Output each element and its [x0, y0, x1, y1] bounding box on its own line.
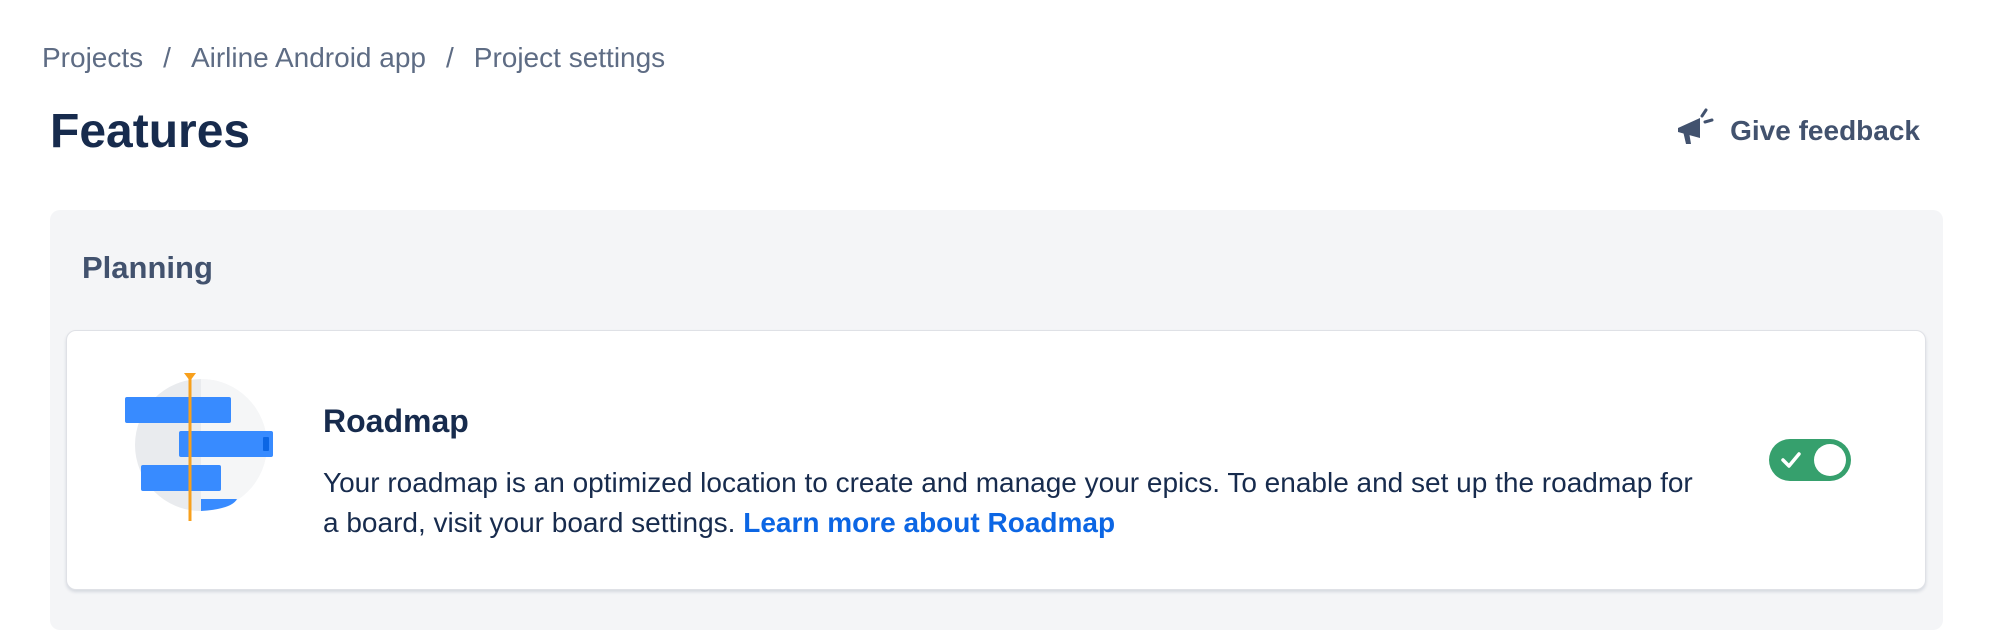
breadcrumb-project[interactable]: Airline Android app: [191, 42, 426, 74]
planning-section: Planning Roadmap Your roadmap is an opti…: [50, 210, 1943, 630]
toggle-knob: [1814, 444, 1846, 476]
breadcrumb-separator: /: [163, 42, 171, 73]
feature-title: Roadmap: [323, 403, 469, 439]
section-title: Planning: [82, 250, 213, 285]
breadcrumb: Projects / Airline Android app / Project…: [42, 38, 665, 78]
give-feedback-button[interactable]: Give feedback: [1672, 106, 1920, 156]
roadmap-toggle[interactable]: [1769, 439, 1851, 481]
give-feedback-label: Give feedback: [1730, 115, 1920, 146]
page-title: Features: [50, 105, 251, 158]
breadcrumb-separator: /: [445, 42, 454, 73]
breadcrumb-projects[interactable]: Projects: [42, 42, 143, 74]
learn-more-roadmap-link[interactable]: Learn more about Roadmap: [743, 507, 1115, 538]
feature-description: Your roadmap is an optimized location to…: [323, 463, 1713, 543]
check-icon: [1781, 452, 1801, 468]
breadcrumb-project-settings[interactable]: Project settings: [474, 42, 665, 74]
megaphone-icon: [1672, 106, 1716, 157]
roadmap-feature-card: Roadmap Your roadmap is an optimized loc…: [66, 330, 1926, 590]
roadmap-illustration-icon: [117, 373, 277, 523]
